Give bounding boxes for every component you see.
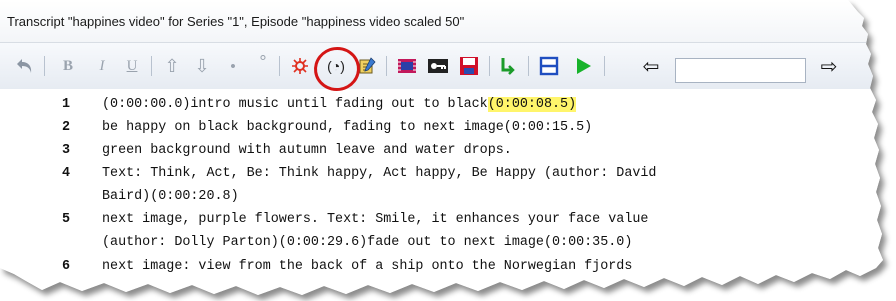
degree-icon[interactable]: ° <box>256 50 270 74</box>
highlighted-timecode: (0:00:08.5) <box>487 97 577 112</box>
key-icon[interactable] <box>426 54 450 78</box>
video-icon[interactable] <box>396 54 418 78</box>
bug-icon[interactable] <box>290 54 310 78</box>
underline-icon[interactable]: U <box>124 54 140 78</box>
line-number: 3 <box>61 143 70 158</box>
line-text: next image, purple flowers. Text: Smile,… <box>102 212 649 227</box>
line-text: be happy on black background, fading to … <box>102 120 593 135</box>
line-number: 1 <box>61 97 70 112</box>
line-text: green background with autumn leave and w… <box>102 143 512 158</box>
toolbar-separator <box>528 56 529 76</box>
screenshot-frame: Transcript "happines video" for Series "… <box>0 0 896 301</box>
toolbar-separator <box>489 56 490 76</box>
line-number: 5 <box>61 212 70 227</box>
arrow-down-icon[interactable]: ⇩ <box>192 54 212 78</box>
transcript-editor[interactable]: 1 (0:00:00.0)intro music until fading ou… <box>0 89 883 295</box>
split-icon[interactable] <box>538 54 560 78</box>
save-icon[interactable] <box>458 54 480 78</box>
line-text: Baird)(0:00:20.8) <box>102 189 239 204</box>
toolbar-separator <box>604 56 605 76</box>
toolbar-separator <box>151 56 152 76</box>
play-icon[interactable] <box>572 54 594 78</box>
nav-forward-icon[interactable]: ⇨ <box>816 54 842 78</box>
italic-icon[interactable]: I <box>94 54 110 78</box>
toolbar-separator <box>279 56 280 76</box>
toolbar-separator <box>44 56 45 76</box>
line-number: 2 <box>61 120 70 135</box>
nav-back-icon[interactable]: ⇦ <box>638 54 664 78</box>
line-text: next image: view from the back of a ship… <box>102 259 633 274</box>
toolbar-separator <box>386 56 387 76</box>
line-text: (0:00:00.0)intro music until fading out … <box>102 97 488 112</box>
line-text: Text: Think, Act, Be: Think happy, Act h… <box>102 166 657 181</box>
bold-icon[interactable]: B <box>60 54 76 78</box>
transcript-window: Transcript "happines video" for Series "… <box>0 0 883 295</box>
search-input[interactable] <box>675 58 806 83</box>
dot-small-icon[interactable]: • <box>226 54 240 78</box>
line-number: 4 <box>61 166 70 181</box>
line-text: (author: Dolly Parton)(0:00:29.6)fade ou… <box>102 235 633 250</box>
arrow-up-icon[interactable]: ⇧ <box>162 54 182 78</box>
line-number: 6 <box>61 259 70 274</box>
check-icon[interactable] <box>498 54 520 78</box>
undo-icon[interactable] <box>14 54 36 78</box>
window-title: Transcript "happines video" for Series "… <box>0 0 883 43</box>
